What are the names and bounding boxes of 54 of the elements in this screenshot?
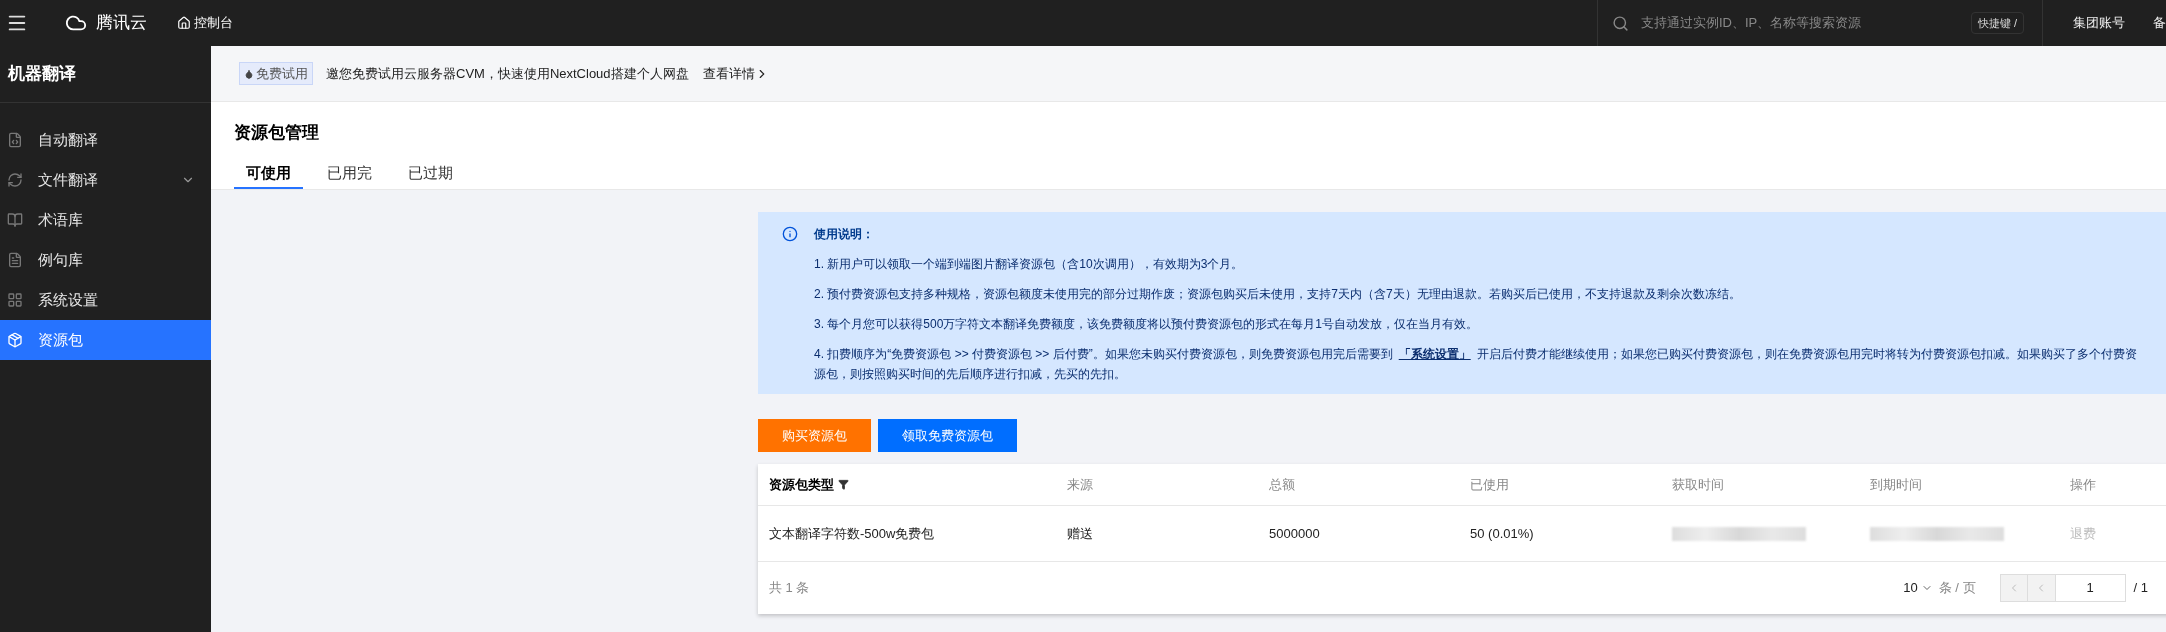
table-cell: 5000000: [1269, 525, 1320, 541]
table-cell: 文本翻译字符数-500w免费包: [769, 525, 935, 541]
droplet-icon: [244, 68, 254, 79]
table-cell: 50 (0.01%): [1470, 525, 1534, 541]
page-total: / 1: [2133, 579, 2148, 598]
column-header: 资源包类型: [769, 475, 834, 494]
column-header: 到期时间: [1870, 475, 1922, 494]
column-header: 来源: [1067, 475, 1093, 494]
book-icon: [7, 212, 23, 228]
sidebar-item[interactable]: 自动翻译: [0, 120, 211, 160]
notice-item: 3. 每个月您可以获得500万字符文本翻译免费额度，该免费额度将以预付费资源包的形式在每月1号自动发放，仅在当月有效。: [814, 316, 1480, 333]
search-field[interactable]: 支持通过实例ID、IP、名称等搜索资源: [1641, 13, 1971, 33]
claim-button[interactable]: 领取免费资源包: [878, 419, 1017, 452]
brand-name: 腾讯云: [96, 12, 147, 35]
per-page-label: 条 / 页: [1938, 579, 1976, 598]
column-header: 操作: [2070, 475, 2096, 494]
console-link[interactable]: 控制台: [177, 13, 233, 33]
notice-item: 1. 新用户可以领取一个端到端图片翻译资源包（含10次调用），有效期为3个月。: [814, 256, 1245, 273]
sidebar-item[interactable]: 文件翻译: [0, 160, 211, 200]
column-header: 总额: [1269, 475, 1295, 494]
search-icon: [1612, 14, 1629, 32]
tab[interactable]: 已用完: [315, 159, 384, 189]
notice-item: 4. 扣费顺序为“免费资源包 >> 付费资源包 >> 后付费”。如果您未购买付费资源包，则免费资源包用完后需要到 「系统设置」 开启后付费才能继续使用；如果您已购买付费资源包，则在免费资源包用完时将转为付费资源包扣减。如果购买了多个付费资源包，则按照购买时间的先后顺序进行扣减，先买的先扣。: [814, 346, 2138, 383]
header-link[interactable]: 集团账号: [2073, 13, 2125, 33]
page-title: 资源包管理: [234, 122, 320, 144]
table-cell: 赠送: [1067, 525, 1093, 541]
column-header: 已使用: [1470, 475, 1509, 494]
view-details-link[interactable]: 查看详情: [702, 63, 769, 84]
sidebar-item[interactable]: 术语库: [0, 200, 211, 240]
info-icon: [782, 226, 798, 242]
sidebar-item[interactable]: 资源包: [0, 320, 211, 360]
grid-icon: [7, 292, 23, 308]
home-icon: [177, 16, 191, 30]
column-header: 获取时间: [1672, 475, 1724, 494]
free-trial-tag: 免费试用: [239, 61, 313, 86]
header-link[interactable]: 备: [2153, 13, 2166, 33]
promo-text: 邀您免费试用云服务器CVM，快速使用NextCloud搭建个人网盘: [326, 64, 689, 83]
tab[interactable]: 已过期: [396, 159, 465, 189]
code-file-icon: [7, 132, 23, 148]
settings-link[interactable]: 「系统设置」: [1398, 347, 1471, 361]
notice-item: 2. 预付费资源包支持多种规格，资源包额度未使用完的部分过期作废；资源包购买后未使用，支持7天内（含7天）无理由退款。若购买后已使用，不支持退款及剩余次数冻结。: [814, 286, 1742, 303]
sidebar-title: 机器翻译: [8, 63, 76, 86]
total-count: 共 1 条: [769, 579, 810, 598]
shortcut-hint: 快捷键 /: [1970, 11, 2024, 35]
tab[interactable]: 可使用: [234, 159, 303, 189]
page-size-select[interactable]: 10: [1903, 578, 1933, 598]
notice-title: 使用说明：: [814, 226, 875, 243]
filter-icon[interactable]: [838, 479, 849, 490]
package-icon: [7, 332, 23, 348]
document-icon: [7, 252, 23, 268]
sidebar-item[interactable]: 例句库: [0, 240, 211, 280]
sidebar-item[interactable]: 系统设置: [0, 280, 211, 320]
refresh-icon: [7, 172, 23, 188]
page-input[interactable]: 1: [2055, 574, 2126, 602]
